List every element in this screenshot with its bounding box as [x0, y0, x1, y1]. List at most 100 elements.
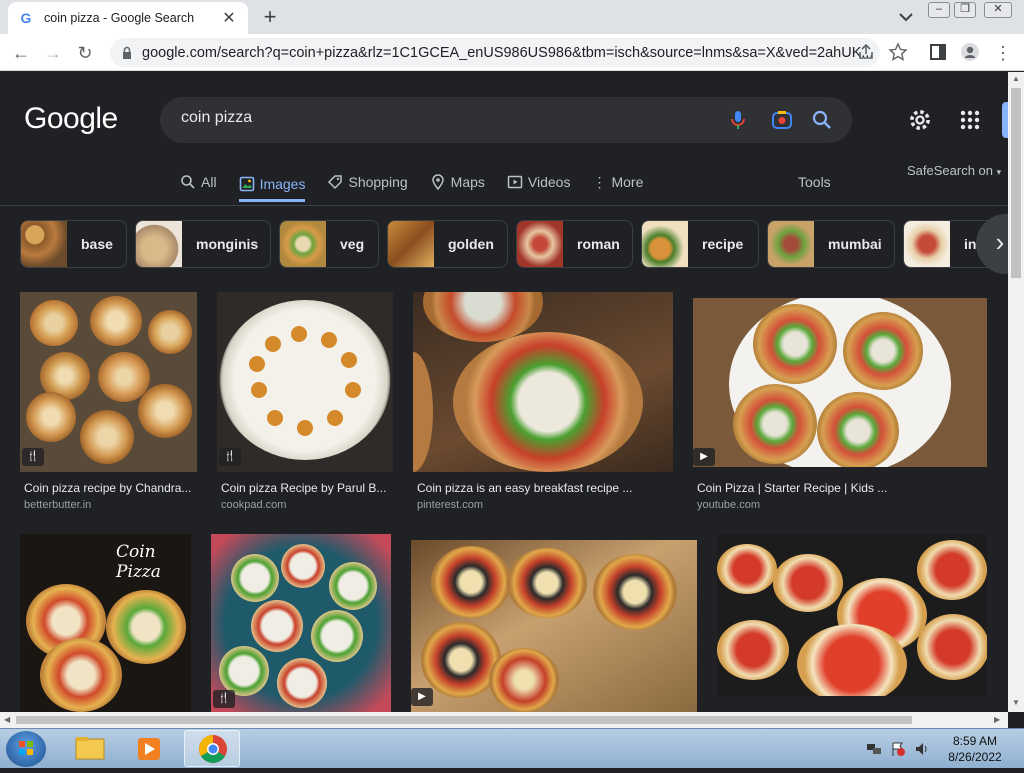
search-nav: All Images Shopping Maps Videos ⋮ More: [180, 168, 665, 204]
chip-monginis[interactable]: monginis: [135, 220, 271, 268]
tab-shopping[interactable]: Shopping: [327, 168, 408, 196]
scroll-right-arrow-icon[interactable]: ▶: [994, 715, 1000, 724]
result-image-4[interactable]: ▶: [693, 298, 987, 467]
browser-toolbar: ← → ↻ google.com/search?q=coin+pizza&rlz…: [0, 34, 1024, 71]
horizontal-scroll-thumb[interactable]: [16, 716, 912, 724]
chip-golden[interactable]: golden: [387, 220, 508, 268]
menu-kebab-icon[interactable]: ⋮: [992, 42, 1014, 64]
vertical-scroll-thumb[interactable]: [1011, 88, 1021, 278]
chip-roman[interactable]: roman: [516, 220, 633, 268]
chip-recipe[interactable]: recipe: [641, 220, 759, 268]
network-icon[interactable]: [866, 741, 882, 757]
tab-strip: G coin pizza - Google Search ✕ + – ❐ ✕: [0, 0, 1024, 34]
close-tab-icon[interactable]: ✕: [220, 8, 238, 28]
browser-tab[interactable]: G coin pizza - Google Search ✕: [8, 2, 248, 34]
video-play-icon: ▶: [411, 688, 433, 706]
result-image-2[interactable]: 🍴: [217, 292, 393, 472]
share-icon[interactable]: [856, 42, 876, 62]
chip-veg[interactable]: veg: [279, 220, 379, 268]
result-image-5[interactable]: Coin Pizza: [20, 534, 191, 712]
windows-logo-icon: [19, 741, 33, 755]
scroll-left-arrow-icon[interactable]: ◀: [4, 715, 10, 724]
chip-thumbnail: [768, 221, 814, 267]
chip-thumbnail: [21, 221, 67, 267]
volume-speaker-icon[interactable]: [914, 741, 930, 757]
reload-icon[interactable]: ↻: [74, 42, 96, 64]
scroll-up-arrow-icon[interactable]: ▲: [1012, 74, 1020, 83]
close-window-button[interactable]: ✕: [984, 2, 1012, 18]
clock-date: 8/26/2022: [948, 750, 1002, 764]
tab-all[interactable]: All: [180, 168, 217, 196]
file-explorer-taskbar-button[interactable]: [62, 730, 118, 767]
result-source-2[interactable]: cookpad.com: [221, 499, 286, 511]
restore-button[interactable]: ❐: [954, 2, 976, 18]
result-caption-1[interactable]: Coin pizza recipe by Chandra...: [24, 481, 196, 495]
side-panel-icon[interactable]: [928, 42, 948, 62]
chip-thumbnail: [517, 221, 563, 267]
url-text: google.com/search?q=coin+pizza&rlz=1C1GC…: [142, 44, 874, 61]
search-query: coin pizza: [181, 109, 253, 126]
search-input[interactable]: coin pizza: [160, 97, 852, 143]
chip-thumbnail: [904, 221, 950, 267]
horizontal-scrollbar[interactable]: ◀ ▶: [0, 712, 1008, 728]
search-icon[interactable]: [810, 108, 834, 132]
camera-lens-icon[interactable]: [770, 108, 794, 132]
image-icon: [239, 176, 254, 191]
system-clock[interactable]: 8:59 AM 8/26/2022: [940, 733, 1010, 765]
apps-grid-icon[interactable]: [958, 108, 982, 132]
result-caption-2[interactable]: Coin pizza Recipe by Parul B...: [221, 481, 393, 495]
tab-maps[interactable]: Maps: [430, 168, 485, 196]
video-play-icon: ▶: [693, 448, 715, 466]
result-image-1[interactable]: 🍴: [20, 292, 197, 472]
address-bar[interactable]: google.com/search?q=coin+pizza&rlz=1C1GC…: [110, 38, 880, 67]
chip-base[interactable]: base: [20, 220, 127, 268]
media-player-taskbar-button[interactable]: [122, 730, 178, 767]
chrome-icon: [199, 735, 227, 763]
google-logo[interactable]: Google: [24, 102, 118, 136]
chrome-taskbar-button[interactable]: [184, 730, 240, 767]
safesearch-label: SafeSearch on: [907, 163, 994, 178]
result-image-6[interactable]: 🍴: [211, 534, 391, 712]
recipe-utensils-icon: 🍴: [22, 448, 44, 466]
tab-videos[interactable]: Videos: [507, 168, 570, 196]
chip-mumbai[interactable]: mumbai: [767, 220, 895, 268]
folder-icon: [75, 737, 105, 760]
forward-arrow-icon[interactable]: →: [42, 42, 64, 64]
more-dots-icon: ⋮: [592, 173, 607, 190]
new-tab-button[interactable]: +: [258, 6, 282, 30]
search-icon: [181, 175, 195, 189]
chip-thumbnail: [136, 221, 182, 267]
profile-avatar-icon[interactable]: [960, 42, 980, 62]
start-button[interactable]: [6, 731, 46, 767]
windows-taskbar: 8:59 AM 8/26/2022: [0, 728, 1024, 768]
result-caption-4[interactable]: Coin Pizza | Starter Recipe | Kids ...: [697, 481, 987, 495]
gear-icon[interactable]: [906, 106, 934, 134]
coin-pizza-overlay-text: Coin Pizza: [116, 542, 161, 582]
result-caption-3[interactable]: Coin pizza is an easy breakfast recipe .…: [417, 481, 672, 495]
result-source-1[interactable]: betterbutter.in: [24, 499, 91, 511]
result-image-8[interactable]: [717, 534, 987, 696]
related-searches-chips: base monginis veg golden roman recipe mu…: [20, 220, 1008, 268]
media-player-icon: [138, 738, 160, 760]
vertical-scrollbar[interactable]: ▲ ▼: [1008, 72, 1024, 712]
scroll-down-arrow-icon[interactable]: ▼: [1012, 698, 1020, 707]
chip-thumbnail: [642, 221, 688, 267]
action-center-flag-icon[interactable]: [890, 741, 906, 757]
result-source-3[interactable]: pinterest.com: [417, 499, 483, 511]
safesearch-toggle[interactable]: SafeSearch on ▾: [907, 163, 1001, 178]
result-image-7[interactable]: ▶: [411, 540, 697, 712]
back-arrow-icon[interactable]: ←: [10, 42, 32, 64]
chevron-down-icon[interactable]: [896, 7, 916, 27]
tab-images[interactable]: Images: [238, 168, 306, 202]
recipe-utensils-icon: 🍴: [219, 448, 241, 466]
microphone-icon[interactable]: [726, 108, 750, 132]
dropdown-arrow-icon: ▾: [996, 167, 1002, 177]
bookmark-star-icon[interactable]: [888, 42, 908, 62]
result-source-4[interactable]: youtube.com: [697, 499, 760, 511]
minimize-button[interactable]: –: [928, 2, 950, 18]
google-favicon-icon: G: [20, 10, 32, 26]
result-image-3[interactable]: [413, 292, 673, 472]
clock-time: 8:59 AM: [952, 734, 998, 748]
tools-button[interactable]: Tools: [798, 174, 831, 190]
tab-more[interactable]: ⋮ More: [592, 168, 643, 196]
